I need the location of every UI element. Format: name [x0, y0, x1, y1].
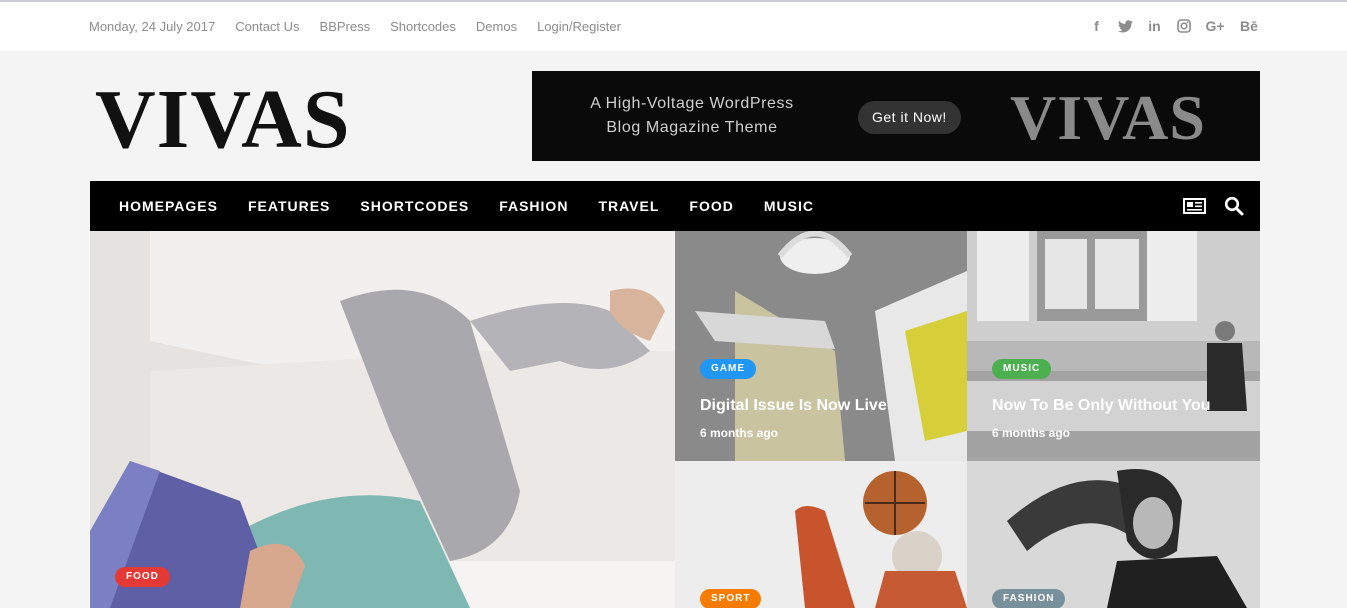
search-icon[interactable] [1224, 196, 1244, 221]
post-image-sport [675, 461, 967, 608]
post-card-sport[interactable]: SPORT [675, 461, 967, 608]
login-register-link[interactable]: Login/Register [537, 19, 621, 34]
instagram-icon[interactable] [1176, 16, 1191, 36]
shortcodes-link[interactable]: Shortcodes [390, 19, 456, 34]
category-badge-music[interactable]: MUSIC [992, 359, 1052, 379]
site-logo[interactable]: VIVAS [95, 78, 351, 162]
post-date-music: 6 months ago [992, 426, 1071, 440]
post-card-game[interactable]: GAME Digital Issue Is Now Live 6 months … [675, 231, 967, 461]
linkedin-icon[interactable]: in [1147, 16, 1162, 36]
banner-logo: VIVAS [1010, 82, 1206, 153]
category-badge-sport[interactable]: SPORT [700, 589, 762, 608]
category-badge-food[interactable]: FOOD [115, 567, 170, 587]
contact-us-link[interactable]: Contact Us [235, 19, 299, 34]
post-title-music[interactable]: Now To Be Only Without You [992, 397, 1211, 415]
demos-link[interactable]: Demos [476, 19, 517, 34]
nav-menu: HOMEPAGES FEATURES SHORTCODES FASHION TR… [119, 181, 814, 231]
top-links: Monday, 24 July 2017 Contact Us BBPress … [89, 19, 621, 34]
google-plus-icon[interactable]: G+ [1205, 16, 1225, 36]
twitter-icon[interactable] [1118, 16, 1133, 36]
ad-banner[interactable]: A High-Voltage WordPress Blog Magazine T… [532, 71, 1260, 161]
nav-item-food[interactable]: FOOD [689, 198, 733, 214]
main-navigation: HOMEPAGES FEATURES SHORTCODES FASHION TR… [90, 181, 1260, 231]
nav-item-features[interactable]: FEATURES [248, 198, 330, 214]
nav-item-fashion[interactable]: FASHION [499, 198, 568, 214]
bbpress-link[interactable]: BBPress [320, 19, 371, 34]
facebook-icon[interactable]: f [1089, 16, 1104, 36]
banner-tagline-line-2: Blog Magazine Theme [606, 119, 778, 136]
nav-icons [1183, 196, 1244, 221]
nav-item-travel[interactable]: TRAVEL [598, 198, 659, 214]
hero-image [90, 231, 675, 608]
category-badge-game[interactable]: GAME [700, 359, 756, 379]
post-card-fashion[interactable]: FASHION [967, 461, 1260, 608]
post-title-game[interactable]: Digital Issue Is Now Live [700, 397, 887, 415]
newspaper-icon[interactable] [1183, 196, 1206, 221]
nav-item-homepages[interactable]: HOMEPAGES [119, 198, 218, 214]
top-bar: Monday, 24 July 2017 Contact Us BBPress … [0, 0, 1347, 51]
nav-item-music[interactable]: MUSIC [764, 198, 814, 214]
nav-item-shortcodes[interactable]: SHORTCODES [360, 198, 469, 214]
category-badge-fashion[interactable]: FASHION [992, 589, 1066, 608]
banner-tagline: A High-Voltage WordPress Blog Magazine T… [587, 92, 797, 140]
featured-post-food[interactable]: FOOD [90, 231, 675, 608]
social-links: f in G+ Bē [1089, 16, 1259, 36]
get-it-now-button[interactable]: Get it Now! [858, 101, 961, 134]
post-image-fashion [967, 461, 1260, 608]
current-date: Monday, 24 July 2017 [89, 19, 216, 34]
behance-icon[interactable]: Bē [1239, 16, 1259, 36]
post-card-music[interactable]: MUSIC Now To Be Only Without You 6 month… [967, 231, 1260, 461]
banner-tagline-line-1: A High-Voltage WordPress [590, 95, 794, 112]
post-date-game: 6 months ago [700, 426, 779, 440]
